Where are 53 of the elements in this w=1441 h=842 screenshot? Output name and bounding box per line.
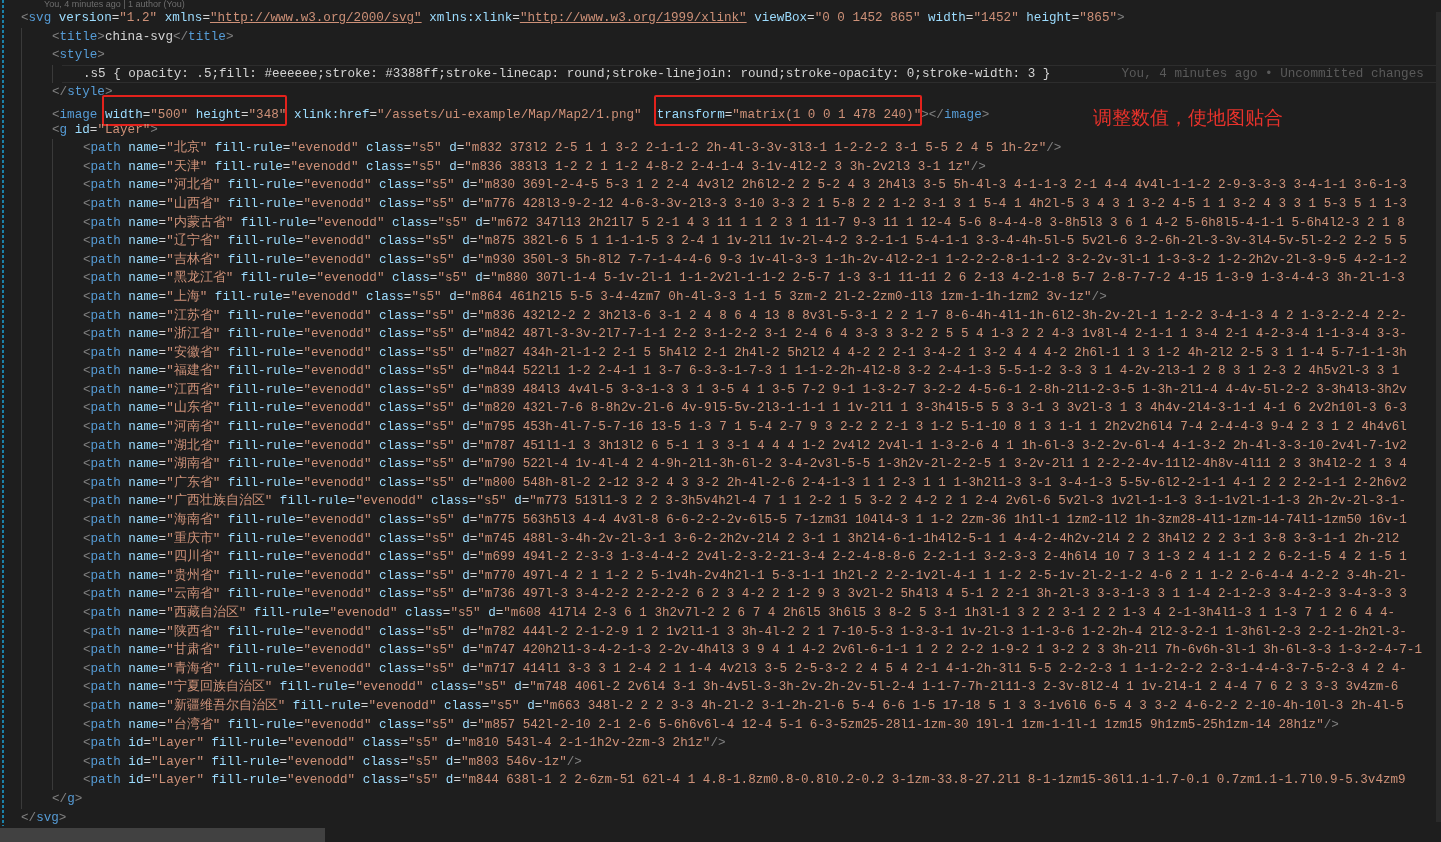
- code-text: transform="matrix(1 0 0 1 478 240)": [656, 107, 922, 122]
- code-text: <path id="Layer" fill-rule="evenodd" class="s5" d="m844 638l-1 2 2-6zm-51 62l-4 1 4.8-1.8zm0.8-0.8l0.2-0.2 3-1zm-33.8-27.2l1 8-1-1zm15-36l1.1-1.7-0.1 0.7zm1.1-1.7l0.9-5.3v4zm9: [83, 773, 1406, 788]
- code-text: <path name="广东省" fill-rule="evenodd" class="s5" d="m800 548h-8l-2 2-12 3-2 4 3 3-2 2h-4l-2-6 2-4-1-3 1 1 2-3 1 1 1-3h2l1-3 3-1 3-4-1-3 5-5v-6l2-2-1-1 4-1 2 2 2-2-1-1 2-2h6v2: [83, 475, 1407, 490]
- code-text: <path name="天津" fill-rule="evenodd" class="s5" d="m836 383l3 1-2 2 1 1-2 4-8-2 2-4-1-4 3-1v-4l2-2 3 3h-2v2l3 3-1 1z"/>: [83, 159, 986, 174]
- code-text: <path name="安徽省" fill-rule="evenodd" class="s5" d="m827 434h-2l-1-2 2-1 5 5h4l2 2-1 2h4l-2 5h2l2 4 4-2 2 2-1 3-4-2 1 3-2 4 4 4-2 2h6l-1 1 3 1-2 4h-2l2 2-5 3 1 1-4 5-7-1-1-3h: [83, 345, 1407, 360]
- code-text: <path name="福建省" fill-rule="evenodd" class="s5" d="m844 522l1 1-2 2-4-1 1 3-7 6-3-3-1-7-3 1 1-1-2-2h-4l2-8 3-2 2-4-1-3 5-5-1-2 3-3 3 1 4-2v-2l3-1 2 8 3 1 2-3 2 4h5v2l-3 3 1: [83, 364, 1400, 379]
- code-text: <path name="河南省" fill-rule="evenodd" class="s5" d="m795 453h-4l-7-5-7-16 13-5 1-3 7 1 5-4 2-7 9 3 2-2 2 2-1 3 1-2 5-1-10 8 1 3 1-1 1 2h2v2h6l4 7-4 2-4-4-3 9-4 2 3 1 2 4h4v6l: [83, 420, 1407, 435]
- code-text: <image: [52, 107, 99, 122]
- code-text: <path name="江西省" fill-rule="evenodd" class="s5" d="m839 484l3 4v4l-5 3-3-1-3 3 1 3-5 4 1 3-5 7-2 9-1 1-3-2-7 3-2-2 4-5-6-1 2-8h-2l1-2-3-5 1-3h-2l1-4 4-4v-5l-2-2 3-3h4l3-3h2v: [83, 382, 1407, 397]
- code-text: <path name="辽宁省" fill-rule="evenodd" class="s5" d="m875 382l-6 5 1 1-1-1-5 3 2-4 1 1v-2l1 1v-2l-4-2 3-2-1-1 5-4-1-1 3-3-4-4h-5l-5 5v2l-6 3-2-6h-2l-3-3v-3l4-5v-5l-2-2 2-2 5 5: [83, 234, 1407, 249]
- code-text: <path name="河北省" fill-rule="evenodd" class="s5" d="m830 369l-2-4-5 5-3 1 2 2-4 4v3l2 2h6l2-2 2 5-2 4 3 2h4l3 3-5 5h-4l-3 4-1-1-3 2-1 4-4 4v4l-1-1-2 2-9-3-3-3 3-4-1-1 3-6-1-3: [83, 178, 1407, 193]
- code-text: <path name="陕西省" fill-rule="evenodd" class="s5" d="m782 444l-2 2-1-2-9 1 2 1v2l1-1 3 3h-4l-2 2 1 7-10-5-3 1-3-3-1 1v-2l-3 1-1-3-6 1-2-2h-4 2l2-3-2-1 1-3h6l-2-3 2-2-1-2h2l-3-: [83, 624, 1407, 639]
- code-text: <path name="吉林省" fill-rule="evenodd" class="s5" d="m930 350l-3 5h-8l2 7-7-1-4-4-6 9-3 1v-4l-3-3 1-1h-2v-4l2-2-1 1-2-2-2-8-1-1-2 3-2-2v-3l-1 1-3-3-2 1-2-2h2v-2l-3-9-5 4-2-1-2: [83, 252, 1407, 267]
- git-blame-text: You, 4 minutes ago • Uncommitted changes: [1121, 66, 1424, 81]
- code-text: <path name="重庆市" fill-rule="evenodd" class="s5" d="m745 488l-3-4h-2v-2l-3-1 3-6-2-2h2v-2l4 2 3-1 1 3h2l4-6-1-1h4l2-5-1 1 4-4-2-4h2v-2l4 2 2 3h4l2 2 2 3-1 3-8 3-3-1-1 2h-2l2: [83, 531, 1400, 546]
- code-text: <path name="江苏省" fill-rule="evenodd" class="s5" d="m836 432l2-2 2 3h2l3-6 3-1 2 4 8 6 4 13 8 8v3l-5-3-1 2 2 1-7 8-6-4h-4l1-1h-6l2-3h-2v-2l-1 1-2-2 3-4-1-3 4 2 1-3-2-2-4 2-2-: [83, 308, 1407, 323]
- code-text: <path name="宁夏回族自治区" fill-rule="evenodd" class="s5" d="m748 406l-2 2v6l4 3-1 3h-4v5l-3-3h-2v-2h-2v-5l-2-4 1-1-7-7h-2l11-3 2-3v-8l2-4 1 1v-2l4-1 2 4-4 7 6 2 3 3-3 3v4zm-6: [83, 680, 1399, 695]
- code-text: <path name="湖南省" fill-rule="evenodd" class="s5" d="m790 522l-4 1v-4l-4 2 4-9h-2l1-3h-6l-2 3-4-2v3l-5-5 1-3h2v-2l-2-2-5 1 3-2v-2l1 1 2-2-2-4v-11l2-4h8v-4l11 2 3 3h4l2-2 1 3 4: [83, 457, 1407, 472]
- code-text: <g id="Layer">: [52, 122, 158, 137]
- code-text: xlink:href="/assets/ui-example/Map/Map2/1.png": [292, 107, 643, 122]
- code-text: </style>: [52, 85, 113, 100]
- code-text: <path name="海南省" fill-rule="evenodd" class="s5" d="m775 563h5l3 4-4 4v3l-8 6-6-2-2-2v-6l5-5 7-1zm31 104l4-3 1 1-2 2zm-36 1h1l-1 1zm2-1l2 1h-3zm28-4l1-1zm-14-74l1-1zm50 16v-1: [83, 513, 1407, 528]
- code-text: <path name="甘肃省" fill-rule="evenodd" class="s5" d="m747 420h2l1-3-4-2-1-3 2-2v-4h4l3 3 9 4 1 4-2 2v6l-6-1-1 1 2 2 2-2 1-9-2 1 3-2 2 3 3h-2l1 7h-6v6h-3l-1 3h-6l-3-3 1-3-2-4-7-1: [83, 643, 1422, 658]
- code-text: </g>: [52, 791, 83, 806]
- code-text: <path name="湖北省" fill-rule="evenodd" class="s5" d="m787 451l1-1 3 3h13l2 6 5-1 1 3 3-1 4 4 4 1-2 2v4l2 2v4l-1 1-3-2-6 4 1 1h-6l-3 3-2-2v-6l-4 4-1-3-2 2h-4l-3-3-10-2v4l-7-1v2: [83, 438, 1407, 453]
- code-text: <svg version="1.2" xmlns="http://www.w3.org/2000/svg" xmlns:xlink="http://www.w3.org/1999/xlink" viewBox="0 0 1452 865" width="1452" height="865">: [21, 11, 1125, 25]
- code-text: <path name="台湾省" fill-rule="evenodd" class="s5" d="m857 542l-2-10 2-1 2-6 5-6h6v6l-4 12-4 5-1 6-3-5zm25-28l1-1zm-30 19l-1 1zm-1-1l-1 1zm15 9h1zm5-25h1zm-14 28h1z"/>: [83, 717, 1339, 732]
- annotation-text: 调整数值，使地图贴合: [1092, 105, 1283, 128]
- code-text: <title>china-svg</title>: [52, 29, 234, 44]
- code-text: <path name="贵州省" fill-rule="evenodd" class="s5" d="m770 497l-4 2 1 1-2 2 5-1v4h-2v4h2l-1 5-3-1-1 1h2l-2 2-2-1v2l-4-1 1 1-2 2-5-1v-2l-2-1-2 4-6 2 1 1-2 2-6-4-4 4-2-2 3-4h-2l-: [83, 568, 1407, 583]
- code-text: </svg>: [21, 810, 67, 825]
- git-blame-header[interactable]: You, 4 minutes ago | 1 author (You): [44, 0, 185, 9]
- code-text: <path name="西藏自治区" fill-rule="evenodd" class="s5" d="m608 417l4 2-3 6 1 3h2v7l-2 2 6 7 4 2h6l5 3h6l5 3 8-2 5 3-1 1h3l-1 3 2 2 3-1 2 2 1-3 4 2-1-3h4l1-3 1 1-3 7 1 2 6 4 4-: [83, 606, 1396, 620]
- code-text: <path name="新疆维吾尔自治区" fill-rule="evenodd" class="s5" d="m663 348l-2 2 2 3-3 4h-2l-2 3-1-2h-2l-6 5-4 6-6 1-5 17-18 5 1 3 3-1v6l6 6-5 4 3 3-2 4-6-2-2 2-10-4h-10l-3 2h-4l-5: [83, 698, 1404, 713]
- code-text: <path name="北京" fill-rule="evenodd" class="s5" d="m832 373l2 2-5 1 1 3-2 2-1-1-2 2h-4l-3-3v-3l3-1 1-2-2-2 3-1 5-5 2 4 5 1h-2z"/>: [83, 141, 1062, 156]
- code-text: <path name="云南省" fill-rule="evenodd" class="s5" d="m736 497l-3 3-4-2-2 2-2-2-2 6 2 3 4-2 2 1-2 9 3 3v2l-2 5h4l3 4 5-1 2 2-1 3h-2l-3 3-3-1-3 3 1 1-4 2-1-2-3 3-4-2-3 3-4-3-3 3: [83, 587, 1407, 602]
- code-text: <path name="四川省" fill-rule="evenodd" class="s5" d="m699 494l-2 2-3-3 1-3-4-4-2 2v4l-2-3-2-21-3-4 2-2-4-8-8-6 2-2-1-1 3-2-3-3 2-4h6l4 10 7 3 1-3 2 4 1-1 2 2 6-2-1-5 4 2 1-5 1: [83, 550, 1407, 565]
- code-text: <path name="青海省" fill-rule="evenodd" class="s5" d="m717 414l1 3-3 3 1 2-4 2 1 1-4 4v2l3 3-5 2-5-3-2 2 4 5 4 2-1 4-1-2h-3l1 5-5 2-2-2-3 1 1-1-2-2-2 2-3-1-4-4-3-7-5-2-3 4 2 4-: [83, 661, 1407, 676]
- code-text: .s5 { opacity: .5;fill: #eeeeee;stroke: #3388ff;stroke-linecap: round;stroke-linejoin: round;stroke-opacity: 0;stroke-width: 3 }: [83, 66, 1051, 81]
- code-text: <path name="浙江省" fill-rule="evenodd" class="s5" d="m842 487l-3-3v-2l7-7-1-1 2-2 3-1-2-2 3-1 2-4 6 4 3-3 3 3-2 2 5 5 4 1-3 2 2 4-3 1v8l-4 2-1-1 1 3-4 2-1 4-2-3-4 1-1-3-4 3-3-: [83, 327, 1407, 342]
- code-text: <path name="内蒙古省" fill-rule="evenodd" class="s5" d="m672 347l13 2h21l7 5 2-1 4 3 11 1 1 2 3 1 11-7 9-3 11 1 12-4 5-6 8-4-4-8 3-8h5l3 3 6 1 4-2 5-6h8l5-4-1-1 5-6h4l2-3 2 1 8: [83, 215, 1405, 230]
- code-editor[interactable]: [0, 0, 1441, 842]
- code-text: <path name="山西省" fill-rule="evenodd" class="s5" d="m776 428l3-9-2-12 4-6-3-3v-2l3-3 3-10 3-3 2 1 5-8 2 2 1-2 3-1 3 1 5-4 1 4h2l-5 3 4 3 1 3-2 4-5 1 1 3-2 4 3 3 1 5-3 5 1 1-3: [83, 196, 1407, 211]
- code-text: width="500" height="348": [104, 107, 287, 122]
- code-text: <style>: [52, 48, 105, 63]
- code-text: <path name="山东省" fill-rule="evenodd" class="s5" d="m820 432l-7-6 8-8h2v-2l-6 4v-9l5-5v-2l3-1-1-1 1 1v-2l1 1 3-3h4l5-5 5 3 3-1 3 3v2l-3 1 3 4h4v-2l4-3-1-1 4-1 6 2v2h10l-3 6-3: [83, 401, 1407, 416]
- code-text: <path name="黑龙江省" fill-rule="evenodd" class="s5" d="m880 307l-1-4 5-1v-2l-1 1-1-2v2l-1-1-2 2-5-7 1-3 3-1 11-11 2 6 2-13 4-2-1-8 5-7 2-8-7-7-2 4-15 1-3-9 1-3-4-4-3 3h-2l-1-3: [83, 271, 1405, 286]
- code-text: <path name="上海" fill-rule="evenodd" class="s5" d="m864 461h2l5 5-5 3-4-4zm7 0h-4l-3-3 1-1 5 3zm-2 2l-2-2zm0-1l3 1zm-1-1h-1zm2 3v-1z"/>: [83, 289, 1107, 304]
- code-text: ></image>: [921, 107, 990, 122]
- code-text: <path id="Layer" fill-rule="evenodd" class="s5" d="m810 543l-4 2-1-1h2v-2zm-3 2h1z"/>: [83, 736, 726, 751]
- code-text: <path id="Layer" fill-rule="evenodd" class="s5" d="m803 546v-1z"/>: [83, 754, 582, 769]
- code-text: <path name="广西壮族自治区" fill-rule="evenodd" class="s5" d="m773 513l1-3 2 2 3-3h5v4h2l-4 7 1 1 2-2 1 5 3-2 2 4-2 2 1 2-4 2v6l-6 5v2l-3 1v2l-1-1-3 3-1-1v2l-1-1-3 2h-2v-2l-3-1-: [83, 494, 1406, 509]
- horizontal-scrollbar[interactable]: [0, 828, 325, 842]
